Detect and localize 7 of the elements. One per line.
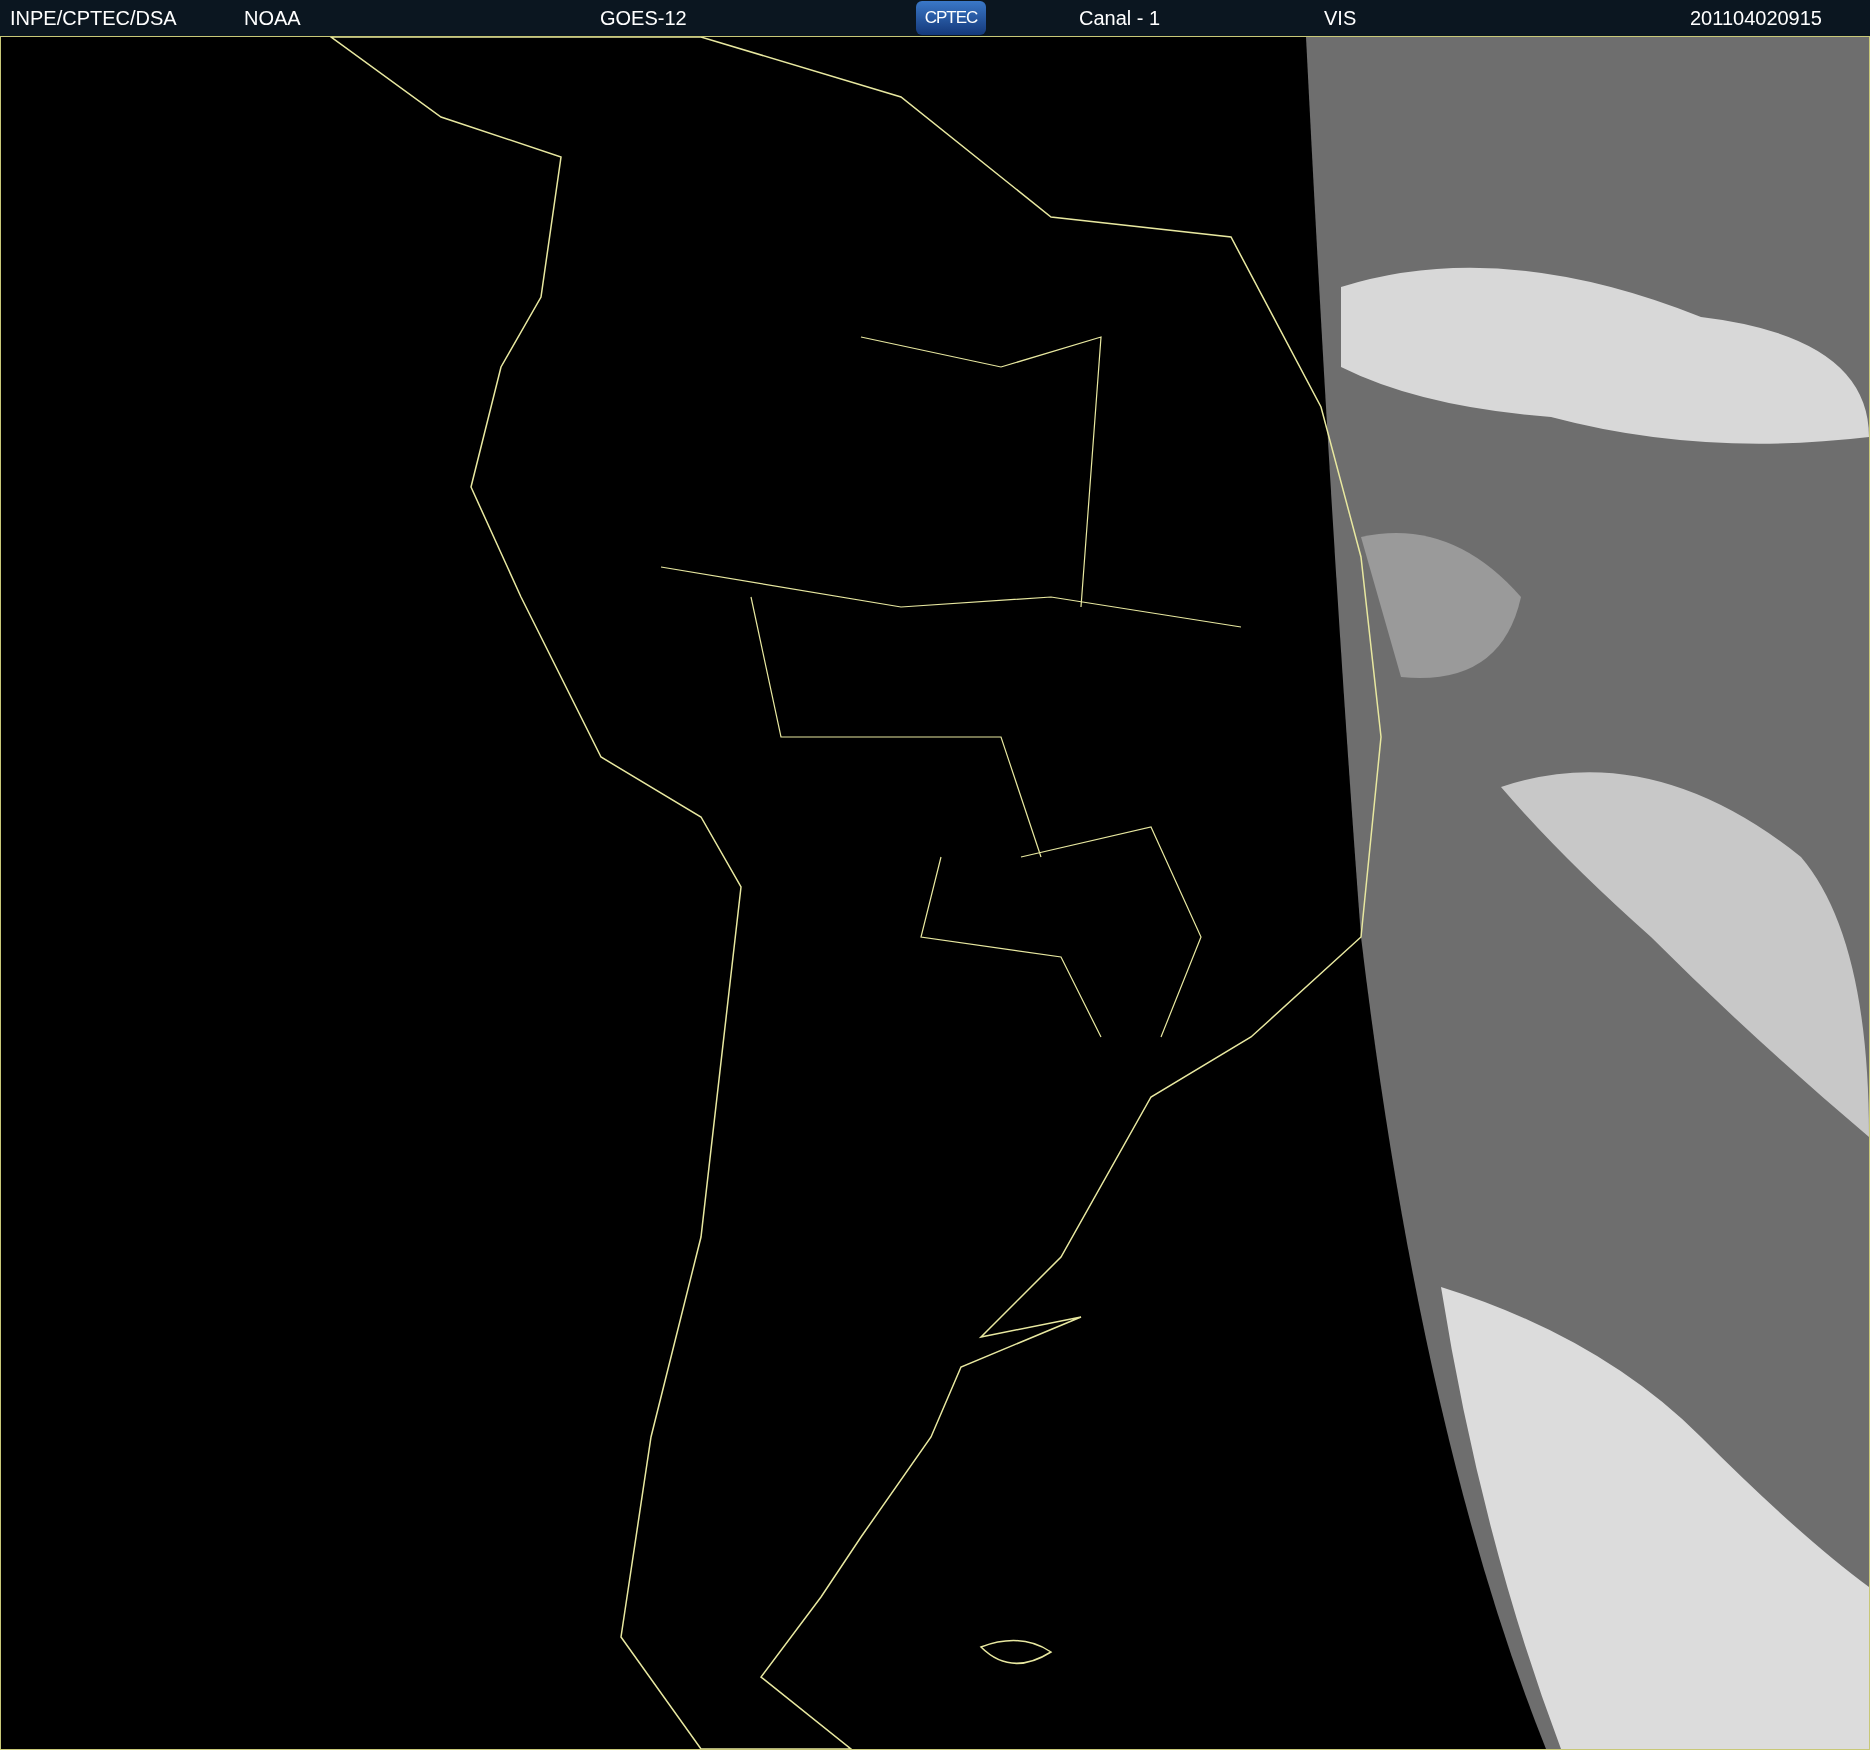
- timestamp-label: 201104020915: [1690, 6, 1822, 31]
- logo: CPTEC: [916, 1, 986, 35]
- channel-label: Canal - 1: [1079, 6, 1162, 31]
- source-label: INPE/CPTEC/DSA: [10, 6, 178, 31]
- agency-label: NOAA: [244, 6, 302, 31]
- band-label: VIS: [1324, 6, 1358, 31]
- satellite-label: GOES-12: [600, 6, 688, 31]
